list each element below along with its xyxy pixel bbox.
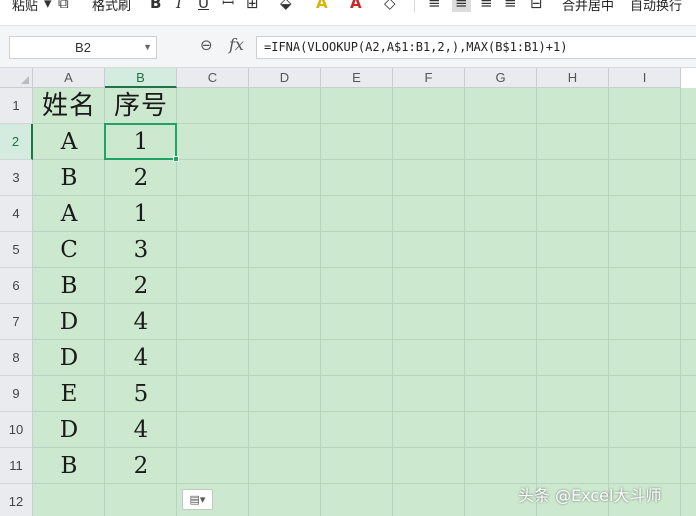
cell-b1[interactable]: 序号 [105, 88, 177, 124]
italic-button[interactable]: I [176, 0, 182, 12]
underline-button[interactable]: U [198, 0, 209, 12]
ribbon-toolbar: 粘贴 ▾ ⧉ 格式刷 B I U ꟷ ⊞ ⬙ A A ◇ ≡ ≡ ≡ ≡ ⊟ 合… [0, 0, 696, 26]
row-header-8[interactable]: 8 [0, 340, 33, 376]
grid-line-vertical [536, 88, 537, 516]
column-header-c[interactable]: C [177, 68, 249, 88]
cell-b8[interactable]: 4 [105, 340, 177, 376]
strikethrough-icon[interactable]: ꟷ [222, 0, 234, 12]
row-header-9[interactable]: 9 [0, 376, 33, 412]
paste-button[interactable]: 粘贴 [12, 0, 38, 14]
copy-icon[interactable]: ⧉ [58, 0, 69, 12]
column-header-b[interactable]: B [105, 68, 177, 88]
cell-b2[interactable]: 1 [105, 124, 177, 160]
zoom-icon[interactable]: ⊖ [200, 36, 213, 54]
spreadsheet-grid: 姓名 序号 A 1 B 2 A 1 C 3 B 2 D 4 D 4 E 5 D 4 B 2 ABCDEFGHI123456… [0, 68, 696, 516]
name-box-value: B2 [75, 40, 91, 55]
paste-options-icon: ▤▾ [189, 493, 206, 506]
cell-a4[interactable]: A [33, 196, 105, 232]
grid-line-vertical [608, 88, 609, 516]
cell-a5[interactable]: C [33, 232, 105, 268]
grid-line-vertical [464, 88, 465, 516]
column-header-h[interactable]: H [537, 68, 609, 88]
cell-a1[interactable]: 姓名 [33, 88, 105, 124]
cell-a3[interactable]: B [33, 160, 105, 196]
cell-b7[interactable]: 4 [105, 304, 177, 340]
column-header-e[interactable]: E [321, 68, 393, 88]
column-header-i[interactable]: I [609, 68, 681, 88]
cell-b4[interactable]: 1 [105, 196, 177, 232]
cell-a11[interactable]: B [33, 448, 105, 484]
select-all-corner[interactable] [0, 68, 33, 88]
borders-icon[interactable]: ⊞ [246, 0, 259, 12]
cell-b9[interactable]: 5 [105, 376, 177, 412]
watermark: 头条 @Excel大斗师 [518, 486, 662, 505]
bold-button[interactable]: B [150, 0, 161, 12]
chevron-down-icon[interactable]: ▼ [143, 37, 152, 58]
cell-a10[interactable]: D [33, 412, 105, 448]
cell-a7[interactable]: D [33, 304, 105, 340]
align-left-icon[interactable]: ≡ [428, 0, 441, 12]
cell-a8[interactable]: D [33, 340, 105, 376]
cells-area[interactable]: 姓名 序号 A 1 B 2 A 1 C 3 B 2 D 4 D 4 E 5 D 4 B 2 [33, 88, 696, 516]
column-header-d[interactable]: D [249, 68, 321, 88]
name-box[interactable]: B2 ▼ [9, 36, 157, 59]
function-icon[interactable]: fx [229, 35, 244, 54]
row-header-4[interactable]: 4 [0, 196, 33, 232]
fill-handle[interactable] [173, 156, 179, 162]
fill-color-icon[interactable]: ⬙ [280, 0, 292, 12]
grid-line-vertical [680, 88, 681, 516]
row-header-10[interactable]: 10 [0, 412, 33, 448]
align-center-icon[interactable]: ≡ [452, 0, 471, 12]
formula-input[interactable]: =IFNA(VLOOKUP(A2,A$1:B1,2,),MAX(B$1:B1)+… [256, 36, 696, 59]
row-header-7[interactable]: 7 [0, 304, 33, 340]
column-header-a[interactable]: A [33, 68, 105, 88]
cell-b11[interactable]: 2 [105, 448, 177, 484]
cell-a9[interactable]: E [33, 376, 105, 412]
row-header-2[interactable]: 2 [0, 124, 33, 160]
column-header-f[interactable]: F [393, 68, 465, 88]
grid-line-vertical [320, 88, 321, 516]
paste-dropdown-icon[interactable]: ▾ [44, 0, 52, 12]
format-painter-button[interactable]: 格式刷 [92, 0, 131, 14]
merge-center-button[interactable]: 合并居中 [562, 0, 614, 14]
select-all-icon [21, 76, 29, 84]
formula-bar: B2 ▼ ⊖ fx =IFNA(VLOOKUP(A2,A$1:B1,2,),MA… [0, 26, 696, 68]
column-header-g[interactable]: G [465, 68, 537, 88]
row-header-11[interactable]: 11 [0, 448, 33, 484]
justify-icon[interactable]: ≡ [504, 0, 517, 12]
align-right-icon[interactable]: ≡ [480, 0, 493, 12]
grid-line-vertical [248, 88, 249, 516]
cell-b6[interactable]: 2 [105, 268, 177, 304]
grid-line-vertical [392, 88, 393, 516]
cell-b5[interactable]: 3 [105, 232, 177, 268]
row-header-6[interactable]: 6 [0, 268, 33, 304]
row-header-5[interactable]: 5 [0, 232, 33, 268]
cell-a2[interactable]: A [33, 124, 105, 160]
row-header-3[interactable]: 3 [0, 160, 33, 196]
row-header-1[interactable]: 1 [0, 88, 33, 124]
toolbar-divider [414, 0, 415, 12]
wrap-text-button[interactable]: 自动换行 [630, 0, 682, 14]
cell-a6[interactable]: B [33, 268, 105, 304]
clear-format-icon[interactable]: ◇ [384, 0, 396, 12]
row-header-12[interactable]: 12 [0, 484, 33, 516]
cell-b10[interactable]: 4 [105, 412, 177, 448]
paste-options-button[interactable]: ▤▾ [182, 489, 213, 510]
distribute-icon[interactable]: ⊟ [530, 0, 543, 12]
highlight-color-button[interactable]: A [316, 0, 328, 12]
cell-b3[interactable]: 2 [105, 160, 177, 196]
font-color-button[interactable]: A [350, 0, 362, 12]
